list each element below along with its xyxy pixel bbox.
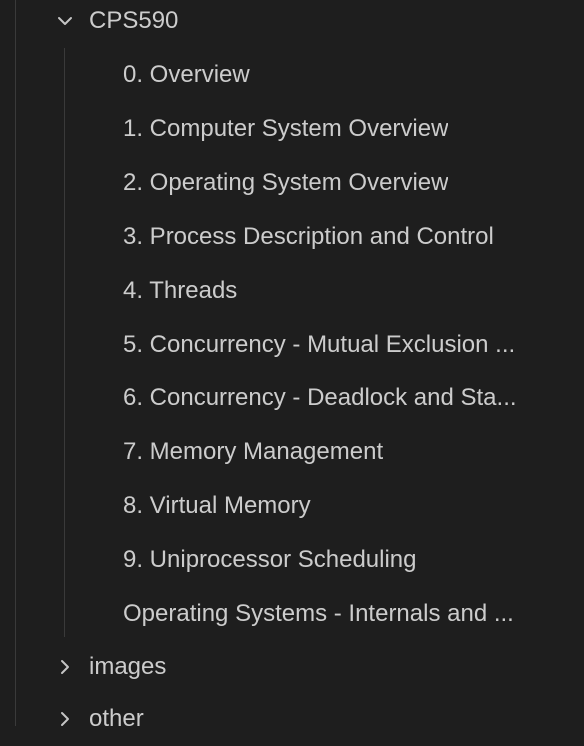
folder-cps590[interactable]: CPS590 bbox=[0, 0, 584, 48]
chevron-right-icon bbox=[56, 710, 74, 728]
file-label: 3. Process Description and Control bbox=[123, 223, 494, 250]
file-item-9-uniprocessor-scheduling[interactable]: 9. Uniprocessor Scheduling bbox=[0, 533, 584, 587]
folder-images[interactable]: images bbox=[0, 640, 584, 694]
file-item-2-operating-system-overview[interactable]: 2. Operating System Overview bbox=[0, 156, 584, 210]
file-item-operating-systems-internals[interactable]: Operating Systems - Internals and ... bbox=[0, 587, 584, 641]
folder-label: images bbox=[89, 653, 167, 680]
folder-other[interactable]: other bbox=[0, 692, 584, 746]
file-item-8-virtual-memory[interactable]: 8. Virtual Memory bbox=[0, 479, 584, 533]
file-label: 8. Virtual Memory bbox=[123, 492, 311, 519]
file-item-0-overview[interactable]: 0. Overview bbox=[0, 48, 584, 102]
file-label: 4. Threads bbox=[123, 277, 238, 304]
file-label: 5. Concurrency - Mutual Exclusion ... bbox=[123, 331, 516, 358]
folder-label: CPS590 bbox=[89, 7, 179, 34]
file-item-1-computer-system-overview[interactable]: 1. Computer System Overview bbox=[0, 102, 584, 156]
file-label: 2. Operating System Overview bbox=[123, 169, 449, 196]
file-item-5-concurrency-mutual-exclusion[interactable]: 5. Concurrency - Mutual Exclusion ... bbox=[0, 318, 584, 372]
folder-label: other bbox=[89, 705, 144, 732]
file-label: 1. Computer System Overview bbox=[123, 115, 449, 142]
chevron-right-icon bbox=[56, 658, 74, 676]
chevron-down-icon bbox=[56, 12, 74, 30]
file-label: 0. Overview bbox=[123, 61, 250, 88]
file-label: 6. Concurrency - Deadlock and Sta... bbox=[123, 384, 517, 411]
file-label: Operating Systems - Internals and ... bbox=[123, 600, 514, 627]
explorer-panel: CPS590 0. Overview 1. Computer System Ov… bbox=[0, 0, 584, 732]
file-label: 9. Uniprocessor Scheduling bbox=[123, 546, 417, 573]
file-item-6-concurrency-deadlock[interactable]: 6. Concurrency - Deadlock and Sta... bbox=[0, 371, 584, 425]
file-item-7-memory-management[interactable]: 7. Memory Management bbox=[0, 425, 584, 479]
file-item-3-process-description[interactable]: 3. Process Description and Control bbox=[0, 210, 584, 264]
file-item-4-threads[interactable]: 4. Threads bbox=[0, 264, 584, 318]
file-label: 7. Memory Management bbox=[123, 438, 384, 465]
